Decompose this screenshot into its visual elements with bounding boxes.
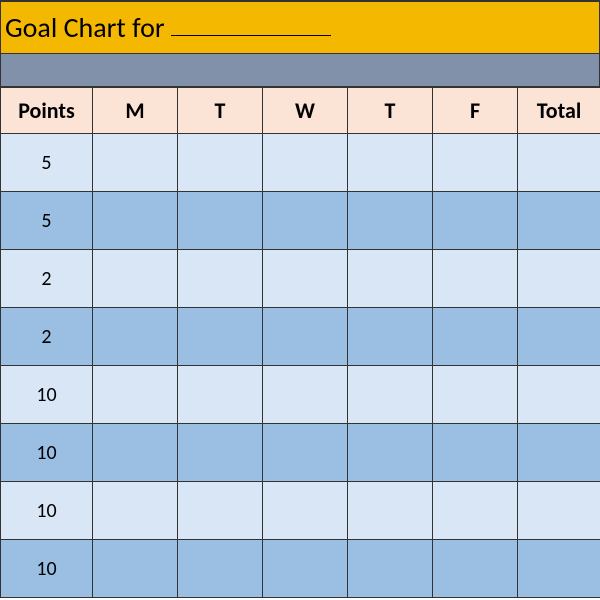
header-spacer xyxy=(0,54,600,87)
day-cell[interactable] xyxy=(263,540,348,598)
day-cell[interactable] xyxy=(433,192,518,250)
col-header-wed[interactable]: W xyxy=(263,88,348,134)
day-cell[interactable] xyxy=(433,308,518,366)
day-cell[interactable] xyxy=(93,424,178,482)
table-row: 10 xyxy=(1,540,600,598)
total-cell[interactable] xyxy=(518,540,600,598)
goal-chart-sheet: Goal Chart for Points M T W T F Total 55… xyxy=(0,0,600,600)
table-row: 2 xyxy=(1,308,600,366)
day-cell[interactable] xyxy=(433,540,518,598)
total-cell[interactable] xyxy=(518,250,600,308)
header-row: Points M T W T F Total xyxy=(1,88,600,134)
col-header-total[interactable]: Total xyxy=(518,88,600,134)
day-cell[interactable] xyxy=(433,250,518,308)
day-cell[interactable] xyxy=(433,482,518,540)
title-text: Goal Chart for xyxy=(5,10,165,45)
day-cell[interactable] xyxy=(263,482,348,540)
day-cell[interactable] xyxy=(348,134,433,192)
day-cell[interactable] xyxy=(348,366,433,424)
points-cell[interactable]: 2 xyxy=(1,250,93,308)
day-cell[interactable] xyxy=(93,482,178,540)
day-cell[interactable] xyxy=(178,482,263,540)
day-cell[interactable] xyxy=(263,250,348,308)
day-cell[interactable] xyxy=(178,366,263,424)
goal-table: Points M T W T F Total 552210101010 xyxy=(0,87,600,598)
points-cell[interactable]: 2 xyxy=(1,308,93,366)
points-cell[interactable]: 10 xyxy=(1,482,93,540)
total-cell[interactable] xyxy=(518,424,600,482)
day-cell[interactable] xyxy=(433,366,518,424)
col-header-mon[interactable]: M xyxy=(93,88,178,134)
total-cell[interactable] xyxy=(518,366,600,424)
col-header-fri[interactable]: F xyxy=(433,88,518,134)
day-cell[interactable] xyxy=(178,308,263,366)
day-cell[interactable] xyxy=(433,134,518,192)
title-bar: Goal Chart for xyxy=(0,0,600,54)
day-cell[interactable] xyxy=(263,192,348,250)
day-cell[interactable] xyxy=(93,540,178,598)
col-header-points[interactable]: Points xyxy=(1,88,93,134)
day-cell[interactable] xyxy=(93,250,178,308)
points-cell[interactable]: 10 xyxy=(1,366,93,424)
day-cell[interactable] xyxy=(348,424,433,482)
points-cell[interactable]: 10 xyxy=(1,540,93,598)
day-cell[interactable] xyxy=(348,308,433,366)
col-header-tue[interactable]: T xyxy=(178,88,263,134)
table-row: 10 xyxy=(1,424,600,482)
day-cell[interactable] xyxy=(263,366,348,424)
total-cell[interactable] xyxy=(518,192,600,250)
table-row: 5 xyxy=(1,192,600,250)
points-cell[interactable]: 10 xyxy=(1,424,93,482)
total-cell[interactable] xyxy=(518,482,600,540)
day-cell[interactable] xyxy=(263,134,348,192)
day-cell[interactable] xyxy=(93,366,178,424)
total-cell[interactable] xyxy=(518,134,600,192)
day-cell[interactable] xyxy=(348,540,433,598)
day-cell[interactable] xyxy=(178,424,263,482)
day-cell[interactable] xyxy=(93,134,178,192)
day-cell[interactable] xyxy=(348,482,433,540)
day-cell[interactable] xyxy=(93,308,178,366)
day-cell[interactable] xyxy=(263,424,348,482)
total-cell[interactable] xyxy=(518,308,600,366)
day-cell[interactable] xyxy=(178,134,263,192)
table-row: 2 xyxy=(1,250,600,308)
day-cell[interactable] xyxy=(178,540,263,598)
day-cell[interactable] xyxy=(348,250,433,308)
table-row: 10 xyxy=(1,366,600,424)
day-cell[interactable] xyxy=(93,192,178,250)
day-cell[interactable] xyxy=(433,424,518,482)
points-cell[interactable]: 5 xyxy=(1,192,93,250)
col-header-thu[interactable]: T xyxy=(348,88,433,134)
title-name-blank[interactable] xyxy=(171,19,331,36)
day-cell[interactable] xyxy=(178,250,263,308)
table-row: 10 xyxy=(1,482,600,540)
day-cell[interactable] xyxy=(178,192,263,250)
day-cell[interactable] xyxy=(348,192,433,250)
table-row: 5 xyxy=(1,134,600,192)
points-cell[interactable]: 5 xyxy=(1,134,93,192)
day-cell[interactable] xyxy=(263,308,348,366)
